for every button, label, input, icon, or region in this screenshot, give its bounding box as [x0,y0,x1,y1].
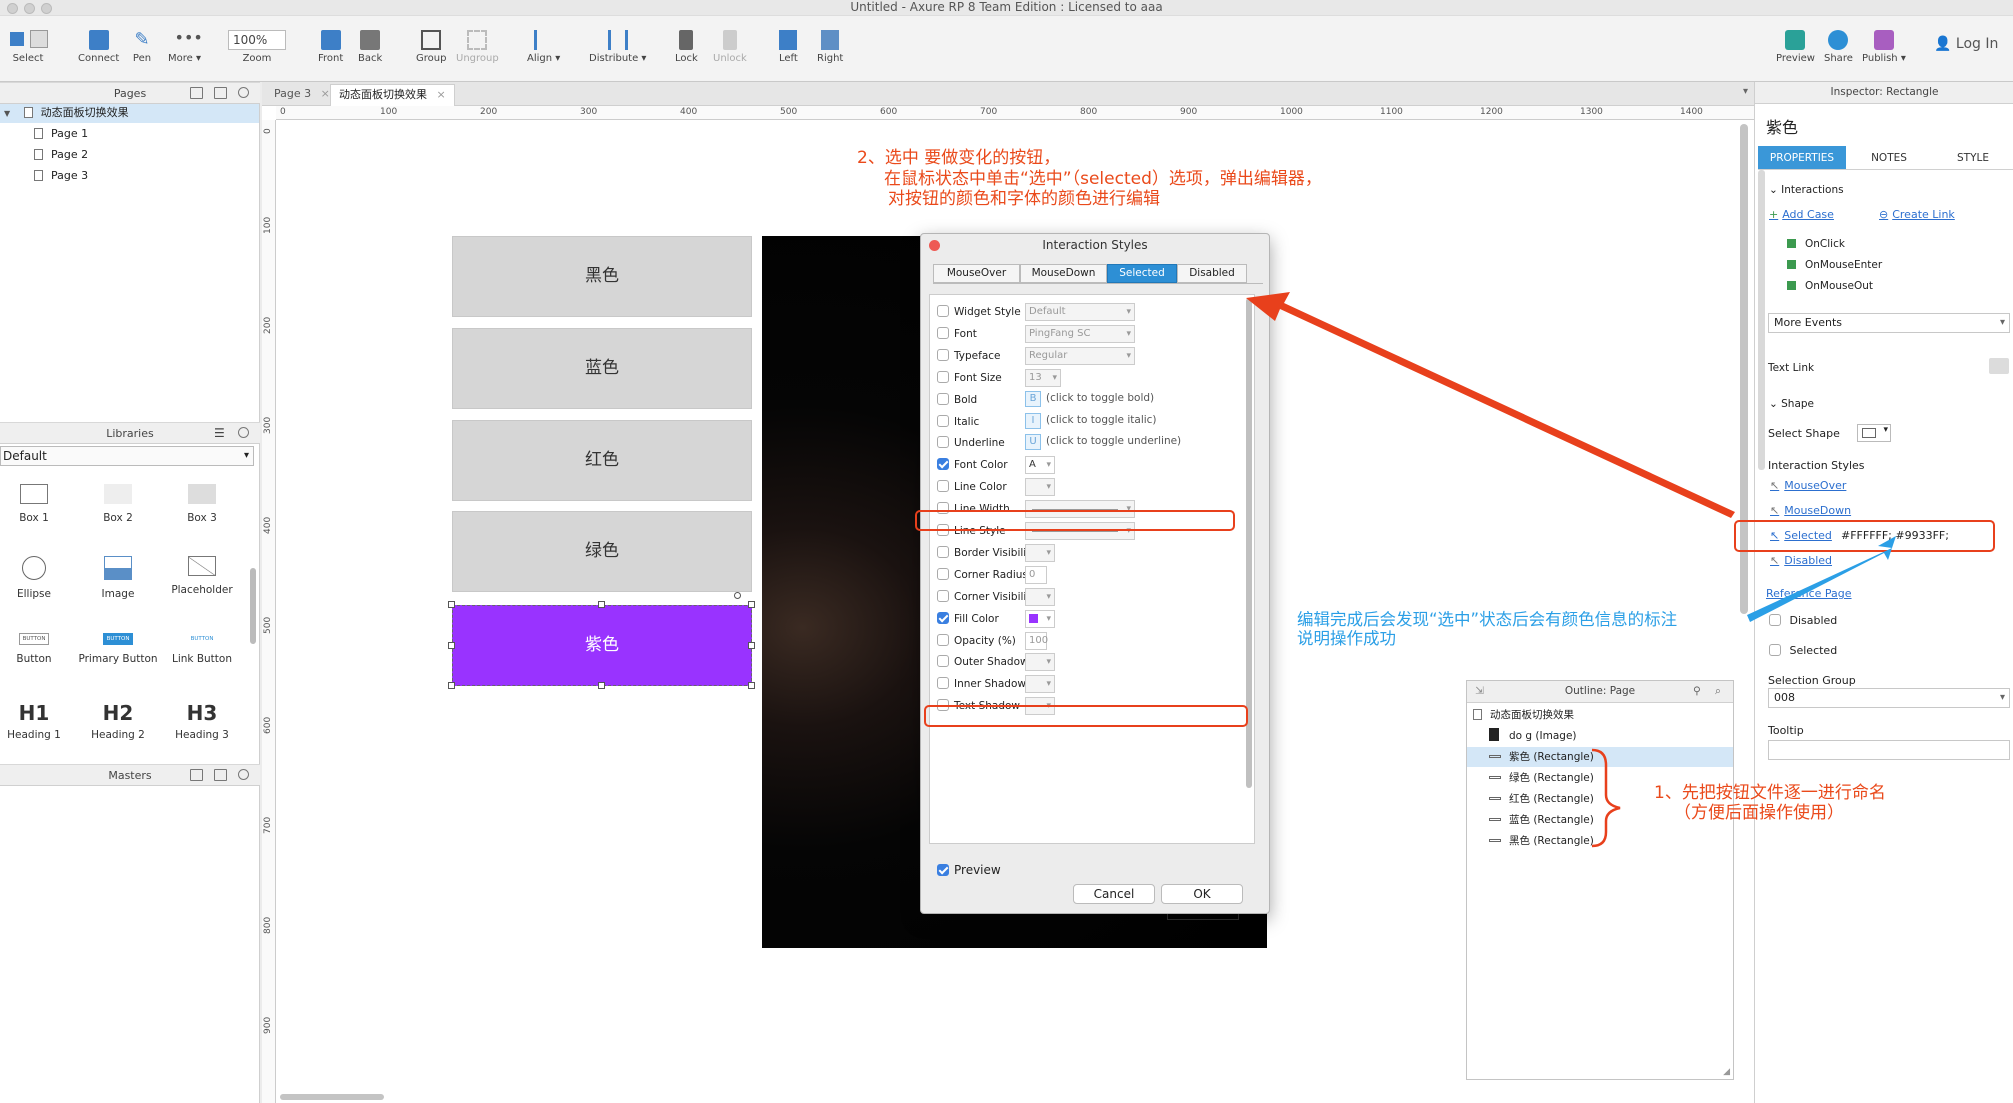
bracket-icon [1591,748,1621,848]
annotation-step2-line2: 在鼠标状态中单击“选中”（selected）选项，弹出编辑器， [884,169,1322,189]
annotation-result-line1: 编辑完成后会发现“选中”状态后会有颜色信息的标注 [1297,610,1678,629]
annotation-step1-line2: （方便后面操作使用） [1674,803,1844,823]
blue-arrow [1747,536,1896,622]
red-arrow [1246,292,1735,518]
annotation-step1-line1: 1、先把按钮文件逐一进行命名 [1654,783,1886,803]
annotation-step2-line1: 2、选中 要做变化的按钮， [857,148,1061,168]
annotation-result-line2: 说明操作成功 [1297,629,1396,648]
annotation-step2-line3: 对按钮的颜色和字体的颜色进行编辑 [888,189,1160,209]
